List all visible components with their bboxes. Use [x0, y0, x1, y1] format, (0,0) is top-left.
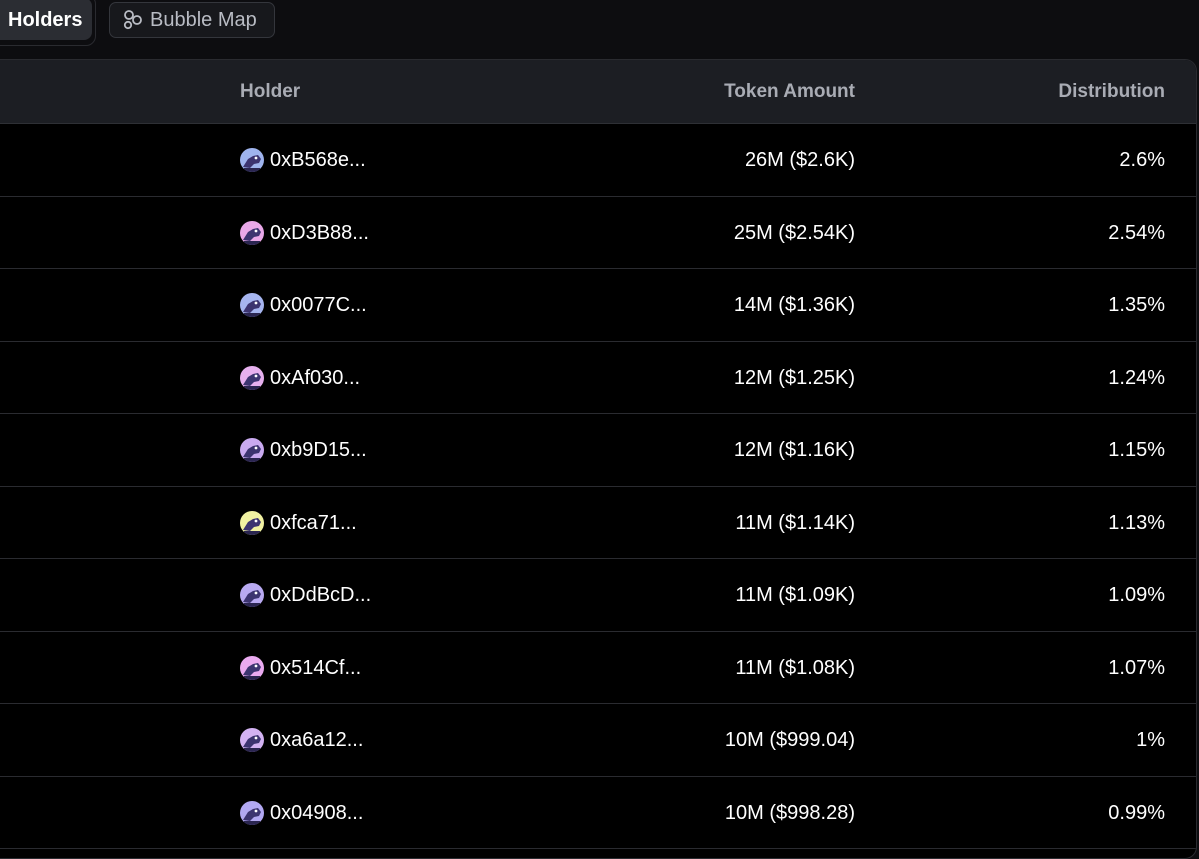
table-row[interactable]: 0xb9D15... 12M ($1.16K) 1.15% [0, 414, 1196, 487]
distribution-percent: 0.99% [1108, 801, 1165, 824]
distribution-percent: 1% [1136, 729, 1165, 751]
holder-avatar-icon [240, 148, 264, 172]
token-amount: 25M ($2.54K) [733, 221, 855, 244]
tab-holders[interactable]: Holders [0, 0, 92, 40]
holder-address-link[interactable]: 0xfca71... [270, 487, 357, 559]
holder-address-link[interactable]: 0xD3B88... [270, 197, 369, 269]
column-header-token-amount[interactable]: Token Amount [724, 60, 855, 124]
table-row[interactable]: 0xa6a12... 10M ($999.04) 1% [0, 704, 1196, 777]
distribution-percent: 1.15% [1108, 439, 1165, 461]
tab-bar: Holders Bubble Map [0, 0, 1199, 46]
token-amount: 26M ($2.6K) [744, 149, 855, 171]
holder-avatar-icon [240, 800, 264, 825]
holder-address-link[interactable]: 0xb9D15... [270, 414, 367, 486]
column-header-distribution[interactable]: Distribution [1058, 60, 1165, 124]
holder-avatar-icon [240, 220, 264, 245]
table-row[interactable]: 0x04908... 10M ($998.28) 0.99% [0, 777, 1196, 849]
token-amount: 12M ($1.16K) [733, 439, 855, 461]
column-header-holder[interactable]: Holder [240, 60, 300, 124]
token-amount: 11M ($1.08K) [735, 656, 855, 679]
token-amount: 14M ($1.36K) [733, 294, 855, 316]
distribution-percent: 1.07% [1108, 656, 1165, 679]
table-body: 0xB568e... 26M ($2.6K) 2.6% 0xD3B88... 25M (… [0, 124, 1196, 849]
token-amount: 10M ($999.04) [724, 729, 855, 751]
table-row[interactable]: 0x514Cf... 11M ($1.08K) 1.07% [0, 632, 1196, 704]
holder-avatar-icon [240, 583, 264, 607]
holder-address-link[interactable]: 0x514Cf... [270, 632, 361, 704]
holder-avatar-icon [240, 365, 264, 390]
distribution-percent: 2.54% [1108, 221, 1165, 244]
holder-address-link[interactable]: 0xa6a12... [270, 704, 363, 776]
token-amount: 11M ($1.14K) [735, 511, 855, 534]
token-amount: 12M ($1.25K) [733, 366, 855, 389]
token-amount: 11M ($1.09K) [735, 584, 855, 606]
distribution-percent: 1.35% [1108, 294, 1165, 316]
holder-address-link[interactable]: 0xAf030... [270, 342, 360, 414]
holder-avatar-icon [240, 655, 264, 680]
holder-address-link[interactable]: 0x04908... [270, 777, 363, 849]
table-row[interactable]: 0xAf030... 12M ($1.25K) 1.24% [0, 342, 1196, 414]
bubble-map-icon [123, 10, 142, 30]
holders-table: Holder Token Amount Distribution 0xB568e… [0, 59, 1197, 859]
table-row[interactable]: 0xD3B88... 25M ($2.54K) 2.54% [0, 197, 1196, 269]
token-amount: 10M ($998.28) [724, 801, 855, 824]
distribution-percent: 1.24% [1108, 366, 1165, 389]
table-row[interactable]: 0xB568e... 26M ($2.6K) 2.6% [0, 124, 1196, 197]
holder-avatar-icon [240, 510, 264, 535]
holder-avatar-icon [240, 728, 264, 752]
holder-address-link[interactable]: 0xDdBcD... [270, 559, 371, 631]
table-header: Holder Token Amount Distribution [0, 60, 1196, 124]
table-row[interactable]: 0x0077C... 14M ($1.36K) 1.35% [0, 269, 1196, 342]
table-row[interactable]: 0xDdBcD... 11M ($1.09K) 1.09% [0, 559, 1196, 632]
distribution-percent: 1.13% [1108, 511, 1165, 534]
holder-address-link[interactable]: 0xB568e... [270, 124, 366, 196]
tab-bubble-map-label: Bubble Map [150, 8, 257, 31]
holder-address-link[interactable]: 0x0077C... [270, 269, 367, 341]
table-row[interactable]: 0xfca71... 11M ($1.14K) 1.13% [0, 487, 1196, 559]
distribution-percent: 2.6% [1119, 149, 1165, 171]
distribution-percent: 1.09% [1108, 584, 1165, 606]
holder-avatar-icon [240, 293, 264, 317]
tab-bubble-map[interactable]: Bubble Map [109, 2, 275, 38]
holder-avatar-icon [240, 438, 264, 462]
